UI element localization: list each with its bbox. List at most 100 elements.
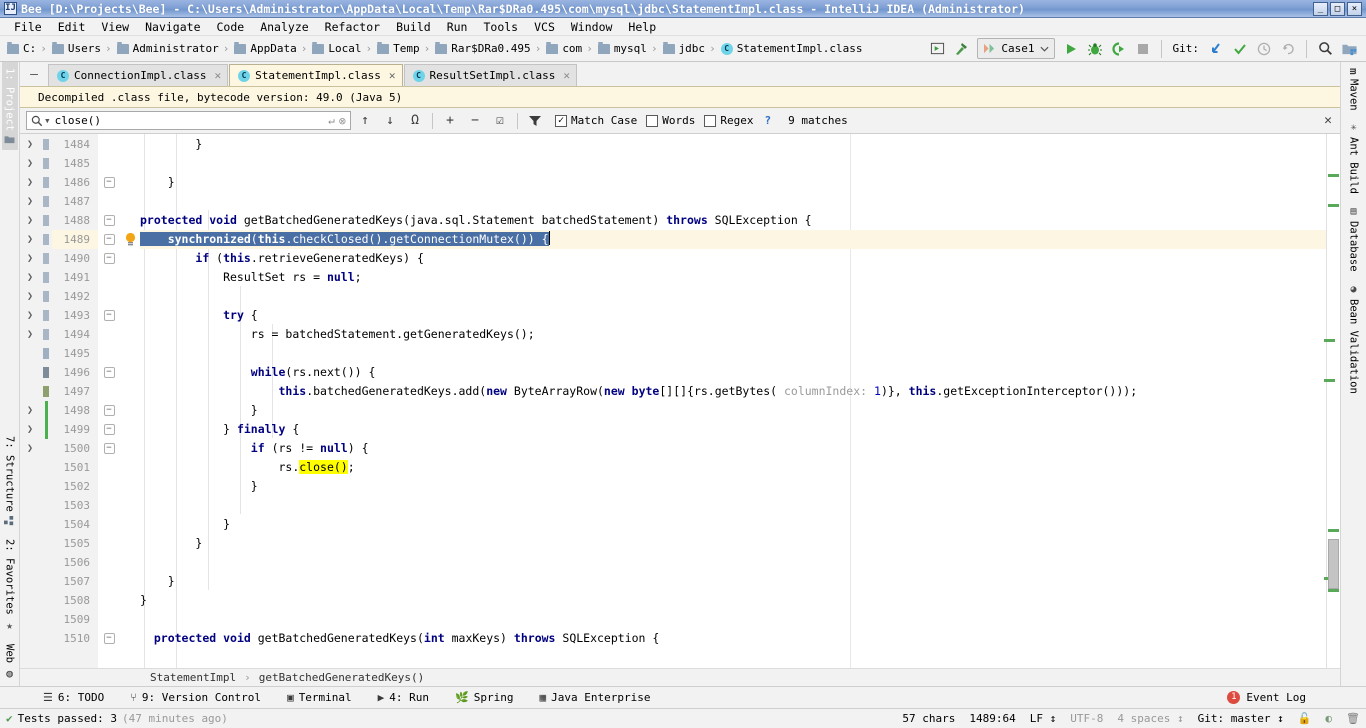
- close-icon[interactable]: ✕: [214, 69, 221, 82]
- line-separator-selector[interactable]: LF ↕: [1030, 712, 1057, 725]
- breadcrumb-item-local[interactable]: Local: [309, 42, 363, 55]
- inspections-icon[interactable]: ◐: [1325, 712, 1332, 725]
- breadcrumb-item-users[interactable]: Users: [49, 42, 103, 55]
- menu-build[interactable]: Build: [388, 19, 439, 35]
- menu-vcs[interactable]: VCS: [526, 19, 563, 35]
- tool-window-todo[interactable]: ☰ 6: TODO: [30, 691, 117, 704]
- find-all-button[interactable]: Ω: [404, 110, 426, 132]
- fold-toggle[interactable]: −: [98, 230, 120, 249]
- remove-line-from-selection-button[interactable]: −: [464, 110, 486, 132]
- menu-tools[interactable]: Tools: [475, 19, 526, 35]
- close-button[interactable]: ×: [1347, 2, 1362, 16]
- fold-toggle[interactable]: −: [98, 211, 120, 230]
- fold-toggle[interactable]: −: [98, 629, 120, 648]
- fold-toggle[interactable]: −: [98, 401, 120, 420]
- menu-window[interactable]: Window: [563, 19, 621, 35]
- git-branch-widget[interactable]: Git: master ↕: [1198, 712, 1284, 725]
- menu-analyze[interactable]: Analyze: [252, 19, 316, 35]
- fold-arrow[interactable]: ❯: [20, 135, 40, 154]
- breadcrumb-item-rar[interactable]: Rar$DRa0.495: [432, 42, 532, 55]
- menu-file[interactable]: File: [6, 19, 50, 35]
- fold-arrow[interactable]: ❯: [20, 287, 40, 306]
- tool-window-java-enterprise[interactable]: ▦ Java Enterprise: [527, 691, 664, 704]
- search-everywhere-icon[interactable]: [1314, 38, 1336, 60]
- menu-help[interactable]: Help: [620, 19, 664, 35]
- menu-view[interactable]: View: [93, 19, 137, 35]
- find-next-button[interactable]: ↓: [379, 110, 401, 132]
- breadcrumb-item-jdbc[interactable]: jdbc: [660, 42, 708, 55]
- fold-toggle[interactable]: −: [98, 363, 120, 382]
- breadcrumb-class[interactable]: StatementImpl: [150, 671, 236, 684]
- words-checkbox[interactable]: Words: [646, 114, 695, 127]
- code-editor[interactable]: ❯ ❯ ❯ ❯ ❯ ❯ ❯ ❯ ❯ ❯ ❯ ❯ ❯ ❯: [20, 134, 1340, 668]
- debug-icon[interactable]: [1084, 38, 1106, 60]
- memory-trash-icon[interactable]: 🗑: [1346, 712, 1360, 725]
- editor-scrollbar[interactable]: [1326, 134, 1340, 668]
- menu-edit[interactable]: Edit: [50, 19, 94, 35]
- run-icon[interactable]: [1060, 38, 1082, 60]
- sidebar-item-database[interactable]: ▤ Database: [1346, 200, 1362, 278]
- fold-toggle[interactable]: −: [98, 249, 120, 268]
- fold-arrow[interactable]: ❯: [20, 173, 40, 192]
- breadcrumb-method[interactable]: getBatchedGeneratedKeys(): [259, 671, 425, 684]
- search-history-chevron-icon[interactable]: ▾: [44, 114, 51, 127]
- breadcrumb-item-statementimpl[interactable]: CStatementImpl.class: [718, 42, 865, 55]
- fold-toggle[interactable]: −: [98, 306, 120, 325]
- tool-window-version-control[interactable]: ⑂ 9: Version Control: [117, 691, 274, 704]
- sidebar-item-bean-validation[interactable]: ◕ Bean Validation: [1346, 278, 1362, 400]
- find-previous-button[interactable]: ↑: [354, 110, 376, 132]
- fold-toggle[interactable]: −: [98, 173, 120, 192]
- fold-arrow[interactable]: ❯: [20, 192, 40, 211]
- sidebar-item-project[interactable]: 1: Project: [2, 62, 18, 150]
- fold-arrow[interactable]: ❯: [20, 230, 40, 249]
- tab-statementimpl[interactable]: C StatementImpl.class ✕: [229, 64, 402, 86]
- sidebar-item-favorites[interactable]: 2: Favorites ★: [1, 533, 18, 638]
- indent-selector[interactable]: 4 spaces ↕: [1117, 712, 1183, 725]
- close-find-bar-icon[interactable]: ✕: [1324, 113, 1332, 128]
- fold-arrow[interactable]: ❯: [20, 211, 40, 230]
- tool-window-run[interactable]: ▶ 4: Run: [365, 691, 442, 704]
- fold-arrow[interactable]: ❯: [20, 439, 40, 458]
- run-with-coverage-icon[interactable]: [1108, 38, 1130, 60]
- update-project-icon[interactable]: [1205, 38, 1227, 60]
- commit-icon[interactable]: [1229, 38, 1251, 60]
- regex-help-icon[interactable]: ?: [764, 114, 771, 127]
- tab-connectionimpl[interactable]: C ConnectionImpl.class ✕: [48, 64, 228, 86]
- intention-bulb-icon[interactable]: [120, 230, 140, 249]
- project-structure-icon[interactable]: [1338, 38, 1360, 60]
- sidebar-item-web[interactable]: Web ◍: [1, 638, 18, 686]
- breadcrumb-item-appdata[interactable]: AppData: [231, 42, 298, 55]
- sidebar-item-maven[interactable]: m Maven: [1345, 62, 1362, 116]
- breadcrumb-item-mysql[interactable]: mysql: [595, 42, 649, 55]
- breadcrumb-item-c[interactable]: C:: [4, 42, 38, 55]
- fold-arrow[interactable]: ❯: [20, 420, 40, 439]
- code-text-area[interactable]: } } protected void getBatchedGeneratedKe…: [140, 134, 1326, 668]
- menu-navigate[interactable]: Navigate: [137, 19, 208, 35]
- breadcrumb-item-com[interactable]: com: [543, 42, 584, 55]
- fold-arrow[interactable]: ❯: [20, 249, 40, 268]
- fold-arrow[interactable]: ❯: [20, 268, 40, 287]
- minimize-button[interactable]: _: [1313, 2, 1328, 16]
- tests-passed-status[interactable]: ✔ Tests passed: 3 (47 minutes ago): [6, 712, 228, 725]
- fold-arrow[interactable]: ❯: [20, 306, 40, 325]
- menu-refactor[interactable]: Refactor: [317, 19, 388, 35]
- match-case-checkbox[interactable]: ✓ Match Case: [555, 114, 637, 127]
- unlocked-icon[interactable]: 🔓: [1298, 712, 1312, 725]
- fold-arrow[interactable]: ❯: [20, 401, 40, 420]
- regex-checkbox[interactable]: Regex: [704, 114, 753, 127]
- caret-position-label[interactable]: 1489:64: [969, 712, 1015, 725]
- maximize-button[interactable]: □: [1330, 2, 1345, 16]
- filter-icon[interactable]: [524, 110, 546, 132]
- hide-tabs-icon[interactable]: —: [20, 62, 48, 86]
- breadcrumb-item-administrator[interactable]: Administrator: [114, 42, 221, 55]
- clear-search-icon[interactable]: ⊗: [339, 114, 346, 128]
- search-input[interactable]: ▾ close() ↵ ⊗: [26, 111, 351, 130]
- tool-window-spring[interactable]: 🌿 Spring: [442, 691, 526, 704]
- tool-window-terminal[interactable]: ▣ Terminal: [274, 691, 365, 704]
- select-all-occurrences-button[interactable]: ☑: [489, 110, 511, 132]
- encoding-selector[interactable]: UTF-8: [1070, 712, 1103, 725]
- run-configuration-selector[interactable]: Case1: [977, 38, 1054, 59]
- close-icon[interactable]: ✕: [563, 69, 570, 82]
- breadcrumb-item-temp[interactable]: Temp: [374, 42, 422, 55]
- tab-resultsetimpl[interactable]: C ResultSetImpl.class ✕: [404, 64, 577, 86]
